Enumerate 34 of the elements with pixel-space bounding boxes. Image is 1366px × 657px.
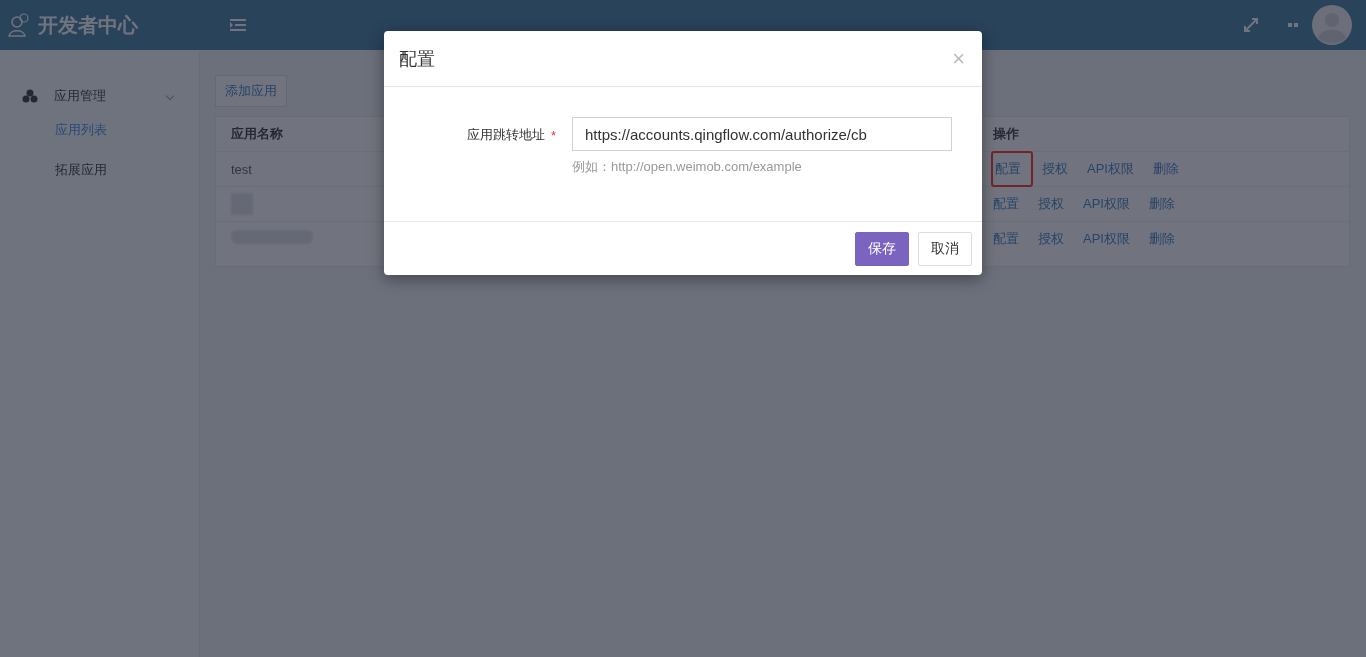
action-link[interactable]: 删除 xyxy=(1150,151,1181,187)
action-link[interactable]: API权限 xyxy=(1081,221,1132,257)
nav-item[interactable]: 应用列表 xyxy=(0,110,199,150)
table-cell: test xyxy=(231,161,252,177)
user-logo-icon xyxy=(8,13,30,37)
required-mark: * xyxy=(550,128,556,143)
nav-group-item[interactable]: 应用管理 xyxy=(0,82,199,110)
action-link[interactable]: 删除 xyxy=(1146,186,1177,222)
action-link[interactable]: 授权 xyxy=(1036,186,1066,222)
action-link[interactable]: 配置 xyxy=(991,221,1021,257)
fullscreen-icon[interactable] xyxy=(1244,18,1258,32)
action-link[interactable]: 删除 xyxy=(1146,221,1177,257)
field-label: 应用跳转地址 xyxy=(466,126,545,144)
action-link[interactable]: 授权 xyxy=(1040,151,1070,187)
action-link[interactable]: API权限 xyxy=(1081,186,1132,222)
nav-item[interactable]: 拓展应用 xyxy=(0,150,199,190)
add-app-button[interactable]: 添加应用 xyxy=(215,75,287,107)
close-button[interactable]: × xyxy=(950,45,967,72)
redirect-url-field[interactable]: https://accounts.qingflow.com/authorize/cb xyxy=(572,117,952,151)
field-hint: 例如：http://open.weimob.com/example xyxy=(572,158,803,176)
save-button[interactable]: 保存 xyxy=(855,232,909,266)
column-header: 应用名称 xyxy=(231,126,283,141)
more-icon[interactable] xyxy=(1288,23,1298,27)
app-title: 开发者中心 xyxy=(38,12,138,38)
column-header: 操作 xyxy=(993,125,1019,143)
action-link[interactable]: 配置 xyxy=(991,186,1021,222)
action-link[interactable]: 配置 xyxy=(991,151,1033,187)
cubes-icon xyxy=(22,89,38,103)
action-link[interactable]: API权限 xyxy=(1085,151,1136,187)
avatar-icon[interactable] xyxy=(1312,5,1352,45)
cancel-button[interactable]: 取消 xyxy=(918,232,972,266)
action-link[interactable]: 授权 xyxy=(1036,221,1066,257)
menu-icon[interactable] xyxy=(230,19,246,31)
dialog-title: 配置 xyxy=(399,47,435,71)
